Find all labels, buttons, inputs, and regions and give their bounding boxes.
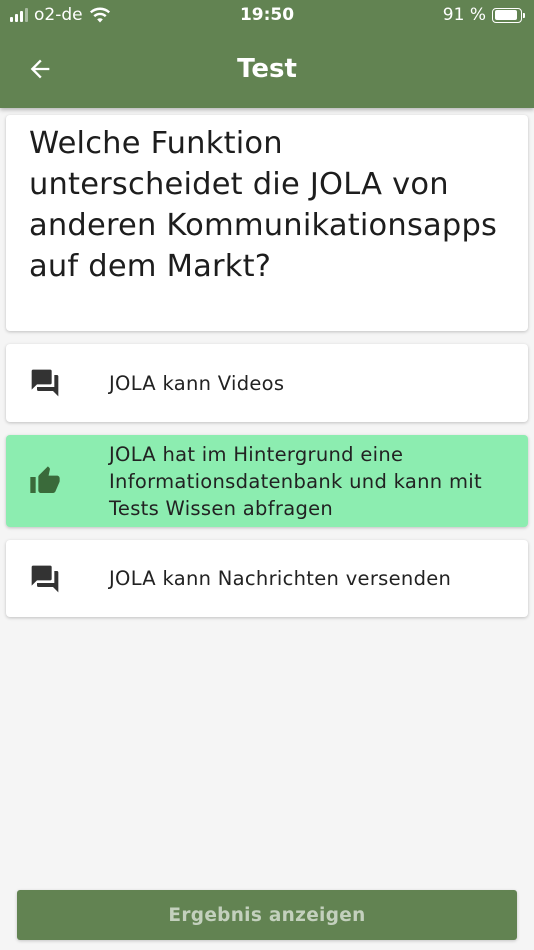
- answer-label: JOLA kann Videos: [109, 371, 285, 395]
- status-right: 91 %: [442, 5, 525, 25]
- battery-fill: [494, 10, 518, 20]
- page-title: Test: [237, 54, 297, 84]
- screen: o2-de 19:50 91 % Test Welche Funktion un…: [0, 0, 534, 950]
- answer-label: JOLA kann Nachrichten versenden: [109, 567, 452, 590]
- question-card: Welche Funktion unterscheidet die JOLA v…: [6, 115, 528, 331]
- thumbs-up-icon: [28, 464, 62, 498]
- answer-option-3[interactable]: JOLA kann Nachrichten versenden: [6, 540, 528, 617]
- chat-bubbles-icon: [28, 366, 62, 400]
- answer-label: JOLA hat im Hintergrund eine Information…: [109, 442, 482, 520]
- answer-option-1[interactable]: JOLA kann Videos: [6, 344, 528, 422]
- battery-icon: [492, 7, 525, 23]
- app-bar: o2-de 19:50 91 % Test: [0, 0, 534, 108]
- question-text: Welche Funktion unterscheidet die JOLA v…: [29, 126, 498, 284]
- battery-percent: 91 %: [442, 5, 486, 25]
- status-bar: o2-de 19:50 91 %: [0, 0, 534, 32]
- show-result-button[interactable]: Ergebnis anzeigen: [17, 890, 517, 940]
- answer-option-2-selected[interactable]: JOLA hat im Hintergrund eine Information…: [6, 435, 528, 527]
- chat-bubbles-icon: [28, 562, 62, 596]
